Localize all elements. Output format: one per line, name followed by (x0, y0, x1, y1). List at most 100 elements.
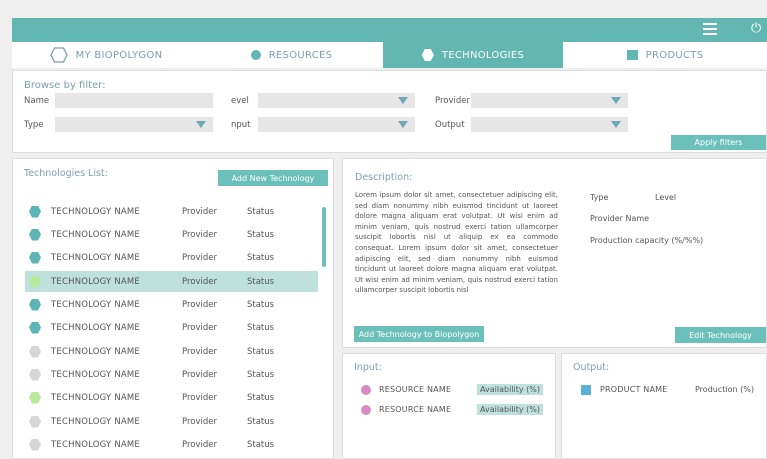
technology-hexagon-icon (29, 368, 41, 381)
power-icon[interactable]: ⏻ (751, 21, 765, 37)
technology-status: Status (247, 229, 275, 240)
tab-resources[interactable]: RESOURCES (200, 42, 383, 68)
type-select[interactable] (55, 117, 213, 132)
square-icon (626, 50, 638, 60)
table-row[interactable]: TECHNOLOGY NAME Provider Status (25, 201, 318, 222)
edit-technology-button[interactable]: Edit Technology (675, 327, 766, 343)
technology-hexagon-icon (29, 321, 41, 334)
table-row[interactable]: TECHNOLOGY NAME Provider Status (25, 434, 318, 455)
add-technology-to-biopolygon-button[interactable]: Add Technology to Biopolygon (354, 326, 484, 342)
table-row[interactable]: TECHNOLOGY NAME Provider Status (25, 387, 318, 408)
technology-provider: Provider (182, 299, 217, 310)
technology-provider: Provider (182, 229, 217, 240)
technologies-list-panel: Technologies List: Add New Technology TE… (12, 158, 334, 459)
technology-provider: Provider (182, 276, 217, 287)
technology-status: Status (247, 299, 275, 310)
table-row-selected[interactable]: TECHNOLOGY NAME Provider Status (25, 271, 318, 292)
technology-provider: Provider (182, 369, 217, 380)
technology-name: TECHNOLOGY NAME (51, 252, 140, 263)
input-title: Input: (354, 362, 382, 373)
tab-label: TECHNOLOGIES (441, 49, 525, 61)
tab-my-biopolygon[interactable]: MY BIOPOLYGON (12, 42, 200, 68)
table-row[interactable]: TECHNOLOGY NAME Provider Status (25, 294, 318, 315)
technology-status: Status (247, 322, 275, 333)
table-row[interactable]: TECHNOLOGY NAME Provider Status (25, 364, 318, 385)
name-label: Name (24, 96, 50, 106)
technology-name: TECHNOLOGY NAME (51, 229, 140, 240)
technology-name: TECHNOLOGY NAME (51, 392, 140, 403)
list-scrollbar[interactable] (322, 207, 326, 267)
technology-status: Status (247, 439, 275, 450)
tab-label: PRODUCTS (645, 49, 704, 61)
circle-icon (250, 50, 261, 60)
hamburger-menu-icon[interactable] (703, 23, 717, 35)
technology-hexagon-icon (29, 391, 41, 404)
product-name: PRODUCT NAME (600, 385, 668, 394)
table-row[interactable]: TECHNOLOGY NAME Provider Status (25, 317, 318, 338)
provider-label: Provider (435, 96, 470, 106)
technology-provider: Provider (182, 252, 217, 263)
technology-provider: Provider (182, 416, 217, 427)
output-panel: Output: PRODUCT NAME Production (%) (561, 353, 767, 459)
technology-provider: Provider (182, 392, 217, 403)
technology-hexagon-icon (29, 228, 41, 241)
output-select[interactable] (471, 117, 628, 132)
table-row[interactable]: TECHNOLOGY NAME Provider Status (25, 247, 318, 268)
technology-name: TECHNOLOGY NAME (51, 416, 140, 427)
technology-hexagon-icon (29, 205, 41, 218)
technology-hexagon-icon (29, 438, 41, 451)
add-new-technology-button[interactable]: Add New Technology (218, 170, 328, 186)
table-row[interactable]: TECHNOLOGY NAME Provider Status (25, 224, 318, 245)
technology-name: TECHNOLOGY NAME (51, 206, 140, 217)
list-item[interactable]: RESOURCE NAME Availability (%) (361, 383, 546, 396)
resource-availability: Availability (%) (477, 404, 543, 415)
output-title: Output: (573, 362, 610, 373)
technology-name: TECHNOLOGY NAME (51, 322, 140, 333)
filter-title: Browse by filter: (24, 80, 106, 91)
type-label: Type (24, 120, 44, 130)
apply-filters-button[interactable]: Apply filters (671, 135, 766, 150)
technology-status: Status (247, 392, 275, 403)
list-title: Technologies List: (24, 168, 108, 179)
technology-provider: Provider (182, 346, 217, 357)
hexagon-outline-icon (49, 47, 68, 63)
technology-hexagon-icon (29, 298, 41, 311)
input-panel: Input: RESOURCE NAME Availability (%) RE… (342, 353, 556, 459)
technology-hexagon-icon (29, 345, 41, 358)
resource-name: RESOURCE NAME (379, 405, 452, 414)
chevron-down-icon (611, 121, 621, 128)
technology-name: TECHNOLOGY NAME (51, 299, 140, 310)
product-square-icon (581, 385, 591, 395)
chevron-down-icon (398, 97, 408, 104)
provider-name-label: Provider Name (590, 214, 650, 223)
description-title: Description: (355, 172, 413, 183)
tab-technologies[interactable]: TECHNOLOGIES (383, 42, 563, 68)
technology-hexagon-icon (29, 251, 41, 264)
level-label: evel (231, 96, 249, 106)
technology-provider: Provider (182, 439, 217, 450)
technology-status: Status (247, 276, 275, 287)
tab-label: MY BIOPOLYGON (75, 49, 163, 61)
description-panel: Description: Lorem ipsum dolor sit amet,… (342, 158, 767, 348)
technology-status: Status (247, 346, 275, 357)
resource-circle-icon (361, 384, 371, 395)
resource-availability: Availability (%) (477, 384, 543, 395)
technology-provider: Provider (182, 206, 217, 217)
description-text: Lorem ipsum dolor sit amet, consectetuer… (355, 191, 558, 295)
tab-products[interactable]: PRODUCTS (563, 42, 767, 68)
level-label: Level (655, 193, 677, 202)
technology-status: Status (247, 252, 275, 263)
level-select[interactable] (258, 93, 415, 108)
table-row[interactable]: TECHNOLOGY NAME Provider Status (25, 411, 318, 432)
resource-name: RESOURCE NAME (379, 385, 452, 394)
hexagon-icon (421, 49, 434, 61)
list-item[interactable]: RESOURCE NAME Availability (%) (361, 403, 546, 416)
input-select[interactable] (258, 117, 415, 132)
table-row[interactable]: TECHNOLOGY NAME Provider Status (25, 341, 318, 362)
technology-name: TECHNOLOGY NAME (51, 439, 140, 450)
provider-select[interactable] (471, 93, 628, 108)
filter-panel: Browse by filter: Name evel Provider Typ… (12, 70, 767, 153)
name-input[interactable] (55, 93, 213, 108)
technology-name: TECHNOLOGY NAME (51, 276, 140, 287)
chevron-down-icon (398, 121, 408, 128)
